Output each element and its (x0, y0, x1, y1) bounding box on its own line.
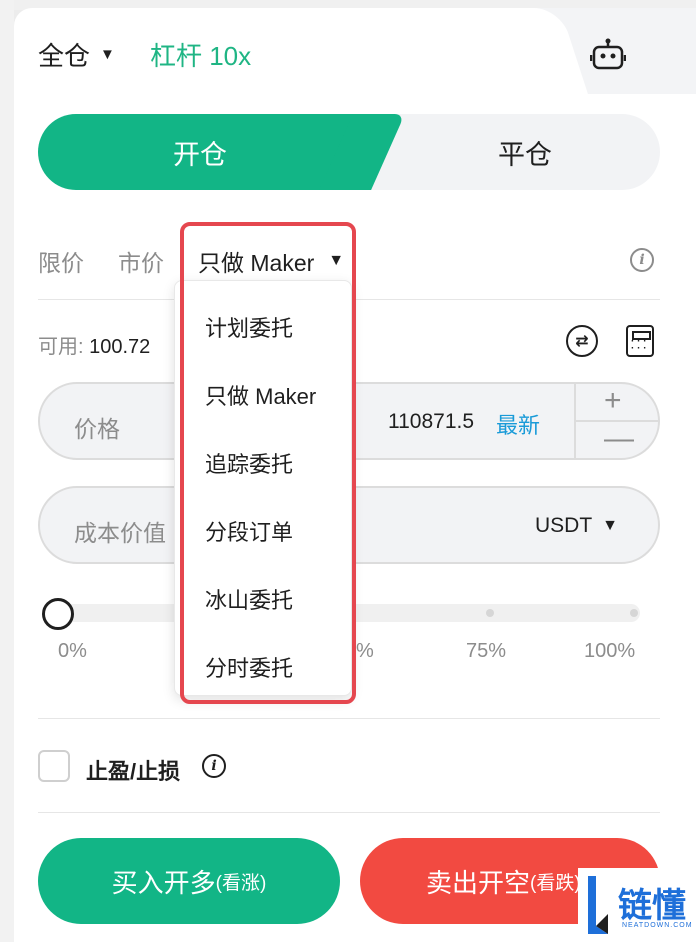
menu-item-iceberg-order[interactable]: 冰山委托 (205, 583, 293, 615)
slider-tick: 100% (584, 640, 636, 662)
order-type-menu: 计划委托 只做 Maker 追踪委托 分段订单 冰山委托 分时委托 (174, 280, 352, 696)
slider-tick: 75% (466, 640, 507, 662)
watermark: 链懂 NEATDOWN.COM (578, 868, 696, 942)
tpsl-label: 止盈/止损 (86, 759, 181, 784)
watermark-logo (588, 876, 608, 934)
tab-close-label: 平仓 (498, 139, 552, 170)
left-strip (0, 0, 14, 942)
menu-item-trigger-order[interactable]: 计划委托 (205, 311, 293, 343)
buy-sublabel: (看涨) (215, 872, 267, 894)
buy-long-button[interactable]: 买入开多 (看涨) (38, 838, 340, 924)
caret-down-icon: ▼ (602, 517, 618, 534)
price-label: 价格 (74, 416, 120, 442)
watermark-text: 链懂 (618, 886, 686, 926)
divider (38, 812, 660, 813)
margin-mode-selector[interactable]: 全仓 ▼ (38, 36, 115, 73)
margin-mode-label: 全仓 (38, 41, 91, 71)
order-type-market[interactable]: 市价 (118, 244, 164, 278)
slider-mark (486, 609, 494, 617)
latest-price-button[interactable]: 最新 (496, 408, 540, 440)
position-tabs: 平仓 开仓 (38, 114, 660, 190)
caret-down-icon: ▼ (328, 252, 345, 269)
menu-item-twap-order[interactable]: 分时委托 (205, 651, 293, 683)
leverage-selector[interactable]: 杠杆 10x (150, 36, 251, 73)
menu-item-maker-only[interactable]: 只做 Maker (205, 379, 316, 411)
divider (38, 718, 660, 719)
info-icon[interactable]: i (630, 248, 654, 272)
price-stepper[interactable]: + — (574, 384, 658, 458)
slider-tick: % (356, 640, 374, 662)
currency-label: USDT (534, 514, 593, 537)
price-value: 110871.5 (388, 410, 475, 433)
watermark-subtext: NEATDOWN.COM (622, 922, 693, 929)
currency-selector[interactable]: USDT ▼ (535, 514, 618, 538)
cost-label: 成本价值 (74, 520, 166, 546)
sell-sublabel: (看跌) (530, 872, 581, 894)
order-type-limit[interactable]: 限价 (38, 244, 84, 278)
tab-open-label: 开仓 (173, 139, 227, 170)
info-icon[interactable]: i (202, 754, 226, 778)
slider-tick: 0% (58, 640, 87, 662)
available-value: 100.72 (89, 336, 151, 358)
tpsl-checkbox[interactable] (38, 750, 70, 782)
plus-icon[interactable]: + (604, 384, 622, 418)
menu-item-scaled-order[interactable]: 分段订单 (205, 515, 293, 547)
tab-open-position[interactable]: 开仓 (38, 114, 362, 190)
order-type-selected: 只做 Maker (198, 250, 315, 276)
order-type-dropdown[interactable]: 只做 Maker ▼ (198, 244, 344, 278)
sell-label: 卖出开空 (426, 867, 531, 898)
minus-icon[interactable]: — (604, 422, 634, 456)
transfer-icon[interactable]: ⇄ (566, 325, 598, 357)
slider-thumb[interactable] (42, 598, 74, 630)
available-balance: 可用: 100.72 (38, 330, 150, 359)
calculator-icon[interactable] (626, 325, 654, 357)
caret-down-icon: ▼ (100, 46, 115, 63)
available-label: 可用: (38, 336, 84, 358)
slider-mark (630, 609, 638, 617)
menu-item-trailing-order[interactable]: 追踪委托 (205, 447, 293, 479)
robot-icon[interactable] (590, 38, 626, 70)
buy-label: 买入开多 (111, 867, 216, 898)
